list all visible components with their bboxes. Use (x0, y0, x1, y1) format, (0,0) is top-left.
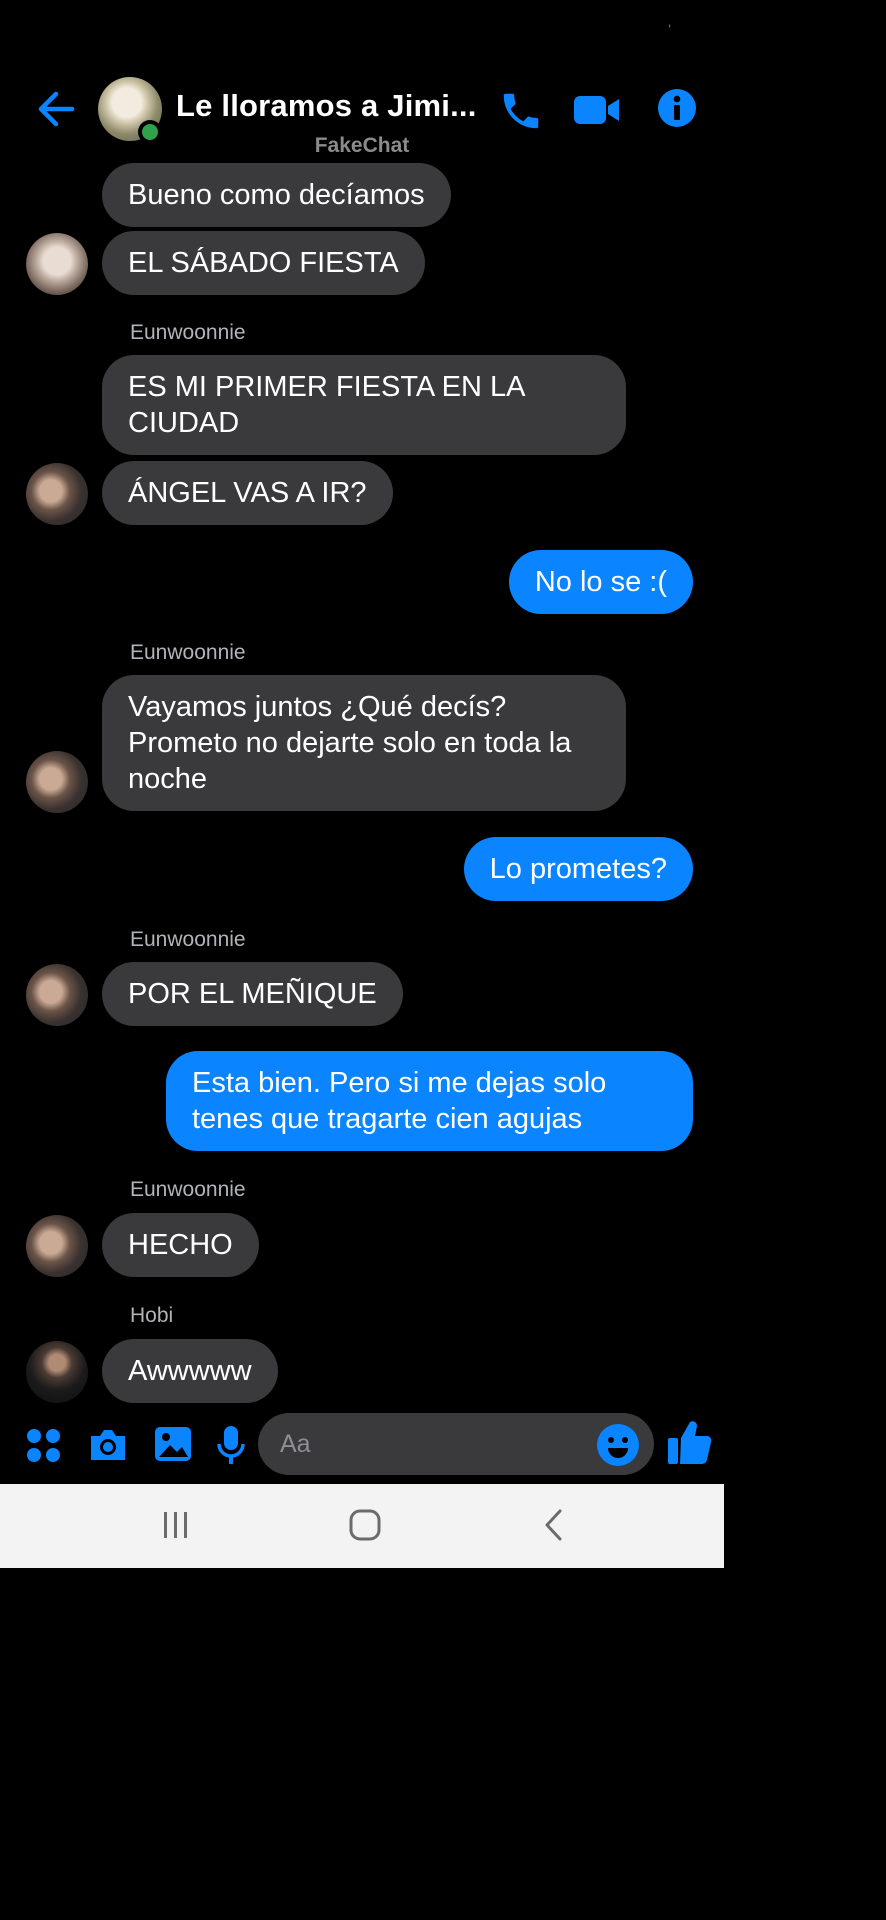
message-text: Bueno como decíamos (128, 179, 425, 211)
video-camera-icon[interactable] (572, 90, 622, 130)
status-signal-icon: ʼ (668, 22, 672, 38)
camera-icon[interactable] (87, 1424, 129, 1466)
message-bubble-outgoing[interactable]: Esta bien. Pero si me dejas solo tenes q… (166, 1051, 693, 1151)
conversation-title[interactable]: Le lloramos a Jimi... (176, 88, 477, 124)
message-text: Awwwww (128, 1355, 252, 1387)
message-bubble-incoming[interactable]: Vayamos juntos ¿Qué decís? Prometo no de… (102, 675, 626, 811)
message-bubble-incoming[interactable]: ES MI PRIMER FIESTA EN LA CIUDAD (102, 355, 626, 455)
gallery-icon[interactable] (153, 1424, 193, 1464)
message-text: EL SÁBADO FIESTA (128, 247, 399, 279)
microphone-icon[interactable] (216, 1424, 246, 1466)
message-bubble-incoming[interactable]: HECHO (102, 1213, 259, 1277)
sender-name: Eunwoonnie (130, 641, 246, 664)
avatar[interactable] (26, 1215, 88, 1277)
message-text-line: Prometo no dejarte solo en toda la (128, 727, 572, 759)
avatar[interactable] (26, 1341, 88, 1403)
phone-icon[interactable] (498, 88, 544, 134)
message-text: HECHO (128, 1229, 233, 1261)
back-arrow-icon[interactable] (34, 88, 76, 130)
emoji-icon[interactable] (596, 1423, 640, 1467)
message-text-line: CIUDAD (128, 407, 240, 439)
message-bubble-incoming[interactable]: EL SÁBADO FIESTA (102, 231, 425, 295)
nav-back-icon[interactable] (540, 1508, 568, 1542)
message-text: ÁNGEL VAS A IR? (128, 477, 367, 509)
sender-name: Eunwoonnie (130, 321, 246, 344)
avatar[interactable] (26, 964, 88, 1026)
message-text-line: Vayamos juntos ¿Qué decís? (128, 691, 507, 723)
sender-name: Eunwoonnie (130, 1178, 246, 1201)
thumbs-up-icon[interactable] (666, 1418, 712, 1466)
message-bubble-outgoing[interactable]: Lo prometes? (463, 837, 693, 901)
message-bubble-incoming[interactable]: Bueno como decíamos (102, 163, 451, 227)
message-text-line: Esta bien. Pero si me dejas solo (192, 1067, 607, 1099)
message-input[interactable] (258, 1413, 654, 1475)
apps-grid-icon[interactable] (26, 1428, 62, 1464)
message-bubble-incoming[interactable]: Awwwww (102, 1339, 278, 1403)
message-text: Lo prometes? (489, 853, 667, 885)
message-bubble-incoming[interactable]: ÁNGEL VAS A IR? (102, 461, 393, 525)
message-text-line: ES MI PRIMER FIESTA EN LA (128, 371, 526, 403)
sender-name: Hobi (130, 1304, 174, 1327)
message-bubble-incoming[interactable]: POR EL MEÑIQUE (102, 962, 403, 1026)
message-text-line: noche (128, 763, 208, 795)
message-input-placeholder: Aa (280, 1430, 311, 1458)
message-bubble-outgoing[interactable]: No lo se :( (508, 550, 693, 614)
message-text-line: tenes que tragarte cien agujas (192, 1103, 583, 1135)
message-text: POR EL MEÑIQUE (128, 978, 377, 1010)
avatar[interactable] (26, 751, 88, 813)
watermark-label: FakeChat (314, 134, 410, 157)
avatar[interactable] (26, 233, 88, 295)
home-icon[interactable] (348, 1508, 382, 1542)
info-icon[interactable] (657, 88, 697, 128)
message-text: No lo se :( (534, 566, 667, 598)
recents-icon[interactable] (160, 1510, 192, 1540)
avatar[interactable] (26, 463, 88, 525)
sender-name: Eunwoonnie (130, 928, 246, 951)
